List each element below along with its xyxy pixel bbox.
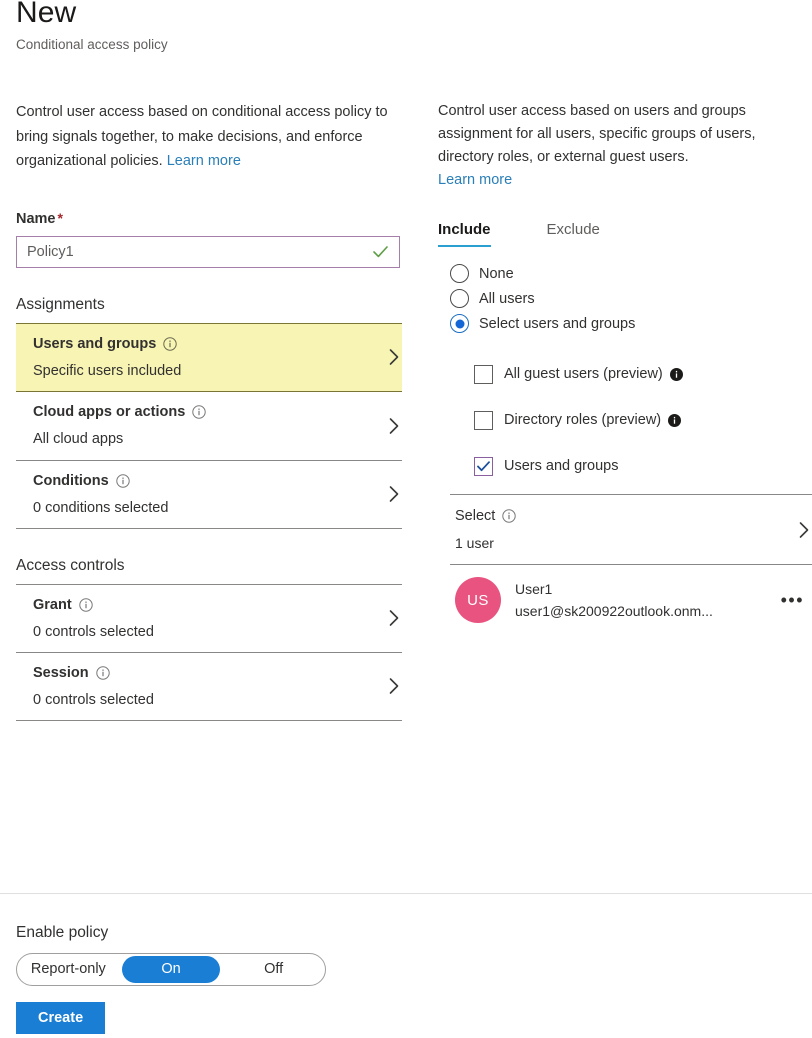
info-icon[interactable]: [163, 336, 177, 351]
checkbox-all-guest-users-text: All guest users (preview): [504, 366, 663, 382]
assignments-row-list: Users and groups Specific users included…: [16, 322, 402, 529]
info-icon[interactable]: [95, 665, 110, 680]
assignment-row-conditions[interactable]: Conditions 0 conditions selected: [16, 459, 402, 529]
checkbox-users-and-groups[interactable]: [474, 456, 493, 476]
access-controls-row-list: Grant 0 controls selected Session 0 cont…: [16, 583, 402, 721]
assignment-title-text: Cloud apps or actions: [33, 403, 186, 420]
info-icon[interactable]: [116, 473, 130, 488]
footer-divider: [0, 893, 812, 894]
radio-none-icon[interactable]: [450, 264, 469, 283]
toggle-option-on[interactable]: On: [121, 956, 221, 983]
enable-policy-label: Enable policy: [16, 924, 109, 941]
chevron-right-icon: [389, 417, 399, 434]
checkbox-directory-roles[interactable]: [474, 410, 493, 430]
user-meta: User1 user1@sk200922outlook.onm...: [515, 579, 713, 621]
info-filled-icon[interactable]: [668, 413, 682, 427]
page-title: New: [16, 0, 77, 29]
toggle-option-off[interactable]: Off: [224, 956, 323, 983]
user-display-name: User1: [515, 581, 553, 597]
assignment-row-title: Conditions: [33, 471, 402, 491]
radio-row-none[interactable]: None: [450, 261, 812, 286]
radio-select-users-and-groups-label: Select users and groups: [479, 315, 636, 332]
radio-all-users-icon[interactable]: [450, 289, 469, 308]
name-label-text: Name: [16, 210, 56, 227]
chevron-right-icon: [389, 678, 399, 694]
assignment-title-text: Users and groups: [33, 335, 157, 352]
control-title-text: Grant: [33, 596, 72, 613]
name-input[interactable]: [17, 236, 399, 267]
name-field-label: Name *: [16, 210, 402, 227]
page-header: New Conditional access policy: [16, 0, 516, 54]
radio-row-all-users[interactable]: All users: [450, 286, 812, 311]
left-intro-text: Control user access based on conditional…: [16, 100, 402, 174]
assignment-row-cloud-apps[interactable]: Cloud apps or actions All cloud apps: [16, 392, 402, 460]
footer: Enable policy Report-only On Off Create: [16, 922, 516, 1034]
control-row-grant[interactable]: Grant 0 controls selected: [16, 583, 402, 652]
assignment-row-subtitle: 0 conditions selected: [33, 499, 169, 516]
info-icon[interactable]: [78, 597, 93, 612]
radio-all-users-label: All users: [479, 290, 535, 307]
include-exclude-tabs: Include Exclude: [438, 220, 812, 247]
scope-checkbox-group: All guest users (preview) Directory role…: [474, 351, 812, 489]
select-users-row[interactable]: Select 1 user: [450, 494, 812, 564]
chevron-right-icon: [389, 610, 399, 626]
control-row-subtitle: 0 controls selected: [33, 623, 154, 640]
assignment-row-title: Users and groups: [33, 334, 402, 354]
select-row-subtitle: 1 user: [455, 535, 494, 551]
right-column: Control user access based on users and g…: [438, 100, 812, 635]
chevron-right-icon: [389, 349, 399, 365]
access-controls-heading: Access controls: [16, 556, 125, 574]
info-filled-icon[interactable]: [669, 367, 683, 381]
radio-row-select-users-and-groups[interactable]: Select users and groups: [450, 311, 812, 336]
name-input-container[interactable]: [16, 235, 400, 268]
checkbox-all-guest-users[interactable]: [474, 364, 493, 384]
checkmark-icon: [477, 460, 490, 471]
left-learn-more-link[interactable]: Learn more: [167, 153, 241, 169]
right-intro-text: Control user access based on users and g…: [438, 100, 812, 192]
assignment-row-title: Cloud apps or actions: [33, 402, 402, 422]
assignment-row-subtitle: Specific users included: [33, 362, 182, 379]
assignment-row-subtitle: All cloud apps: [33, 430, 124, 447]
checkbox-row-users-and-groups[interactable]: Users and groups: [474, 443, 812, 489]
enable-policy-toggle[interactable]: Report-only On Off: [16, 953, 326, 986]
info-icon[interactable]: [192, 404, 206, 419]
valid-check-icon: [373, 245, 388, 257]
user-email: user1@sk200922outlook.onm...: [515, 603, 713, 619]
right-intro-body: Control user access based on users and g…: [438, 103, 756, 165]
chevron-right-icon: [799, 521, 809, 538]
control-title-text: Session: [33, 664, 89, 681]
select-row-title: Select: [455, 506, 812, 526]
checkbox-users-and-groups-label: Users and groups: [504, 458, 619, 474]
scope-radio-group: None All users Select users and groups: [450, 261, 812, 336]
radio-none-label: None: [479, 265, 514, 282]
control-row-subtitle: 0 controls selected: [33, 691, 154, 708]
required-asterisk: *: [57, 209, 63, 226]
assignment-row-users-and-groups[interactable]: Users and groups Specific users included: [16, 322, 402, 392]
checkbox-directory-roles-label: Directory roles (preview): [504, 410, 682, 430]
more-options-icon[interactable]: •••: [781, 591, 804, 609]
radio-select-users-and-groups-icon[interactable]: [450, 314, 469, 333]
checkbox-all-guest-users-label: All guest users (preview): [504, 364, 683, 384]
selected-user-row[interactable]: US User1 user1@sk200922outlook.onm... ••…: [450, 564, 812, 635]
toggle-option-report-only[interactable]: Report-only: [19, 956, 118, 983]
tab-include[interactable]: Include: [438, 220, 491, 247]
page-subtitle: Conditional access policy: [16, 37, 168, 52]
control-row-session[interactable]: Session 0 controls selected: [16, 651, 402, 721]
tab-exclude[interactable]: Exclude: [547, 220, 600, 247]
create-button[interactable]: Create: [16, 1002, 106, 1034]
assignments-heading: Assignments: [16, 295, 105, 313]
left-column: Control user access based on conditional…: [16, 100, 402, 721]
checkbox-row-directory-roles[interactable]: Directory roles (preview): [474, 397, 812, 443]
control-row-title: Grant: [33, 595, 402, 615]
chevron-right-icon: [389, 486, 399, 502]
checkbox-row-all-guest-users[interactable]: All guest users (preview): [474, 351, 812, 397]
avatar: US: [455, 577, 501, 623]
info-icon[interactable]: [502, 509, 517, 523]
assignment-title-text: Conditions: [33, 472, 109, 489]
checkbox-directory-roles-text: Directory roles (preview): [504, 412, 662, 428]
right-learn-more-link[interactable]: Learn more: [438, 172, 512, 188]
control-row-title: Session: [33, 663, 402, 683]
conditional-access-policy-page: New Conditional access policy Control us…: [0, 0, 812, 1038]
select-title-text: Select: [455, 508, 496, 524]
